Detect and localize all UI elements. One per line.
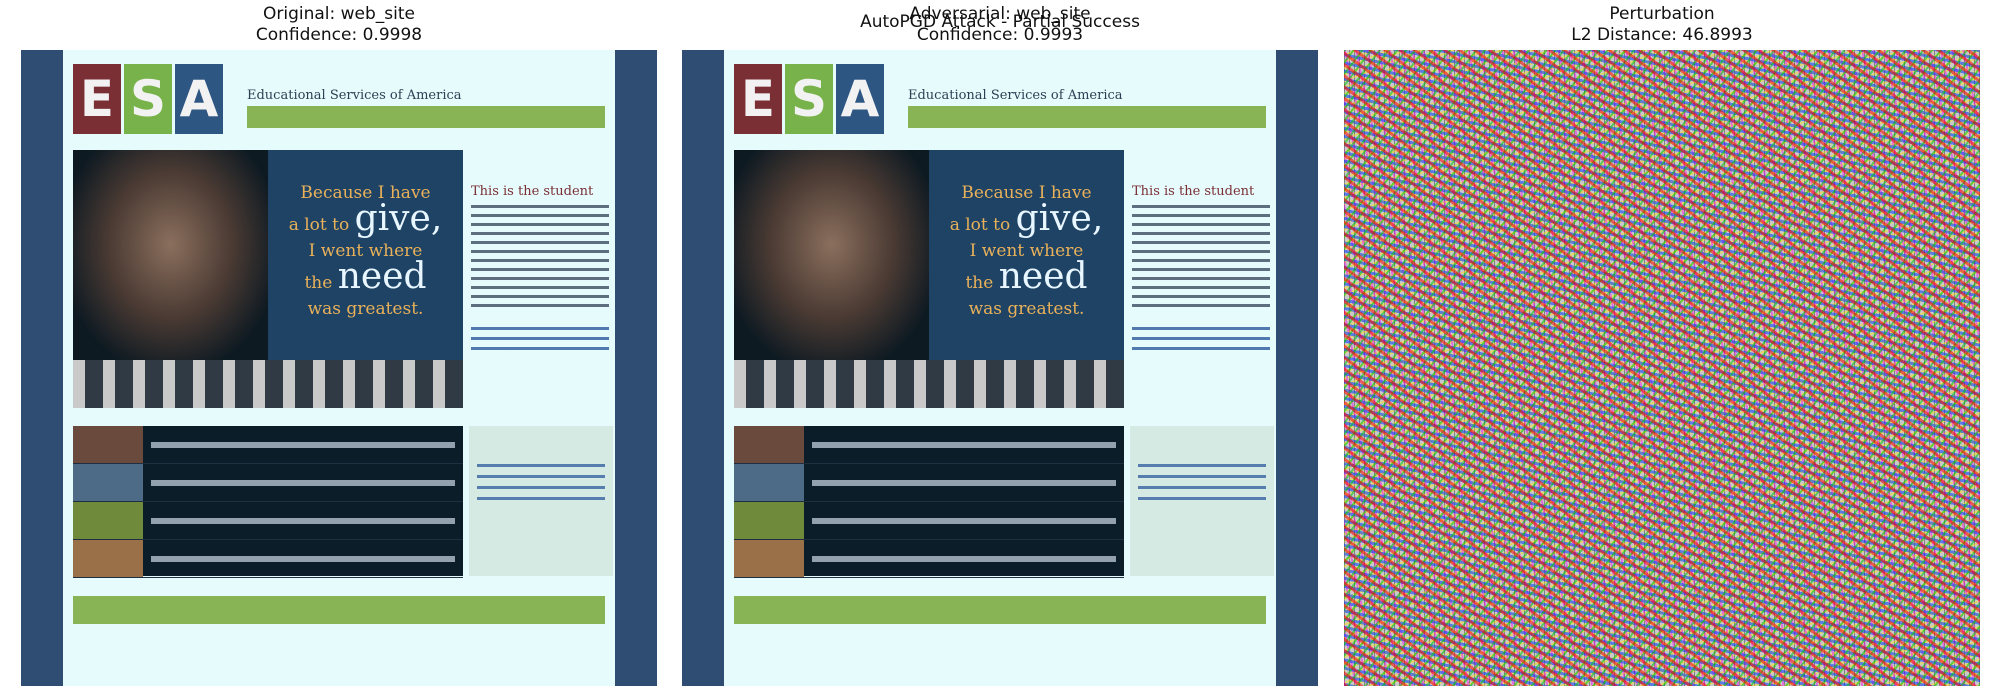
quote-emphasis: give, [1015,198,1104,239]
site-left-border [682,50,724,686]
quote-emphasis: give, [354,198,443,239]
list-text [151,517,455,524]
list-item [734,426,1124,464]
right-links [471,323,609,357]
quote-line: a lot to [949,215,1011,235]
list-thumb [734,540,804,577]
panel-title-label: Original: web_site [262,4,415,24]
list-thumb [734,464,804,501]
right-heading: This is the student [1132,184,1255,199]
list-thumb [73,540,143,577]
list-item [73,540,463,578]
original-image: E S A Educational Services of America Be… [21,50,657,686]
list-item [734,464,1124,502]
perturbation-image [1344,50,1980,686]
list-text [812,555,1116,562]
footer-bar [73,596,605,624]
logo-letter: A [175,64,223,134]
side-box [1130,426,1274,576]
list-text [151,441,455,448]
list-thumb [73,464,143,501]
hero-quote: Because I have a lot to give, I went whe… [273,180,458,322]
list-text [812,441,1116,448]
logo-letter: A [836,64,884,134]
perturbation-noise [1344,50,1980,686]
panel-title: Adversarial: web_site Confidence: 0.9993 [682,4,1318,46]
list-text [812,479,1116,486]
list-item [73,502,463,540]
side-box [469,426,613,576]
esa-logo: E S A [734,64,887,134]
adversarial-image: E S A Educational Services of America Be… [682,50,1318,686]
list-thumb [734,426,804,463]
logo-letter: E [73,64,121,134]
right-links [1132,323,1270,357]
list-item [73,426,463,464]
quote-emphasis: need [998,256,1088,297]
panel-title-label: Adversarial: web_site [909,4,1091,24]
side-links [477,462,605,508]
feature-list [734,426,1124,578]
right-column: This is the student [471,184,609,357]
hero-banner: Because I have a lot to give, I went whe… [734,150,1124,408]
list-thumb [734,502,804,539]
quote-line: was greatest. [307,299,424,319]
panel-original: Original: web_site Confidence: 0.9998 E … [21,0,657,700]
list-text [812,517,1116,524]
right-heading: This is the student [471,184,594,199]
panel-title-confidence: Confidence: 0.9993 [916,25,1084,45]
thumbnail-strip [73,360,463,408]
footer-bar [734,596,1266,624]
panel-title-confidence: Confidence: 0.9998 [255,25,423,45]
quote-line: a lot to [288,215,350,235]
site-right-border [615,50,657,686]
list-thumb [73,502,143,539]
site-content: E S A Educational Services of America Be… [724,50,1276,686]
site-content: E S A Educational Services of America Be… [63,50,615,686]
site-left-border [21,50,63,686]
right-text-block [1132,203,1270,313]
hero-quote: Because I have a lot to give, I went whe… [934,180,1119,322]
panel-title-distance: L2 Distance: 46.8993 [1571,25,1753,45]
list-text [151,479,455,486]
feature-list [73,426,463,578]
site-nav-bar [908,106,1266,128]
panel-title: Original: web_site Confidence: 0.9998 [21,4,657,46]
list-item [734,502,1124,540]
panel-title: Perturbation L2 Distance: 46.8993 [1344,4,1980,46]
website-screenshot: E S A Educational Services of America Be… [682,50,1318,686]
right-column: This is the student [1132,184,1270,357]
panel-adversarial: Adversarial: web_site Confidence: 0.9993… [682,0,1318,700]
thumbnail-strip [734,360,1124,408]
site-right-border [1276,50,1318,686]
panel-title-label: Perturbation [1609,4,1715,24]
list-thumb [73,426,143,463]
list-item [73,464,463,502]
site-name: Educational Services of America [908,88,1123,103]
site-nav-bar [247,106,605,128]
logo-letter: S [124,64,172,134]
quote-emphasis: need [337,256,427,297]
list-item [734,540,1124,578]
website-screenshot: E S A Educational Services of America Be… [21,50,657,686]
hero-banner: Because I have a lot to give, I went whe… [73,150,463,408]
side-links [1138,462,1266,508]
quote-line: was greatest. [968,299,1085,319]
hero-photo [73,150,268,360]
hero-photo [734,150,929,360]
esa-logo: E S A [73,64,226,134]
site-name: Educational Services of America [247,88,462,103]
quote-line: the [965,273,994,293]
quote-line: the [304,273,333,293]
logo-letter: S [785,64,833,134]
list-text [151,555,455,562]
logo-letter: E [734,64,782,134]
panel-perturbation: Perturbation L2 Distance: 46.8993 [1344,0,1980,700]
right-text-block [471,203,609,313]
